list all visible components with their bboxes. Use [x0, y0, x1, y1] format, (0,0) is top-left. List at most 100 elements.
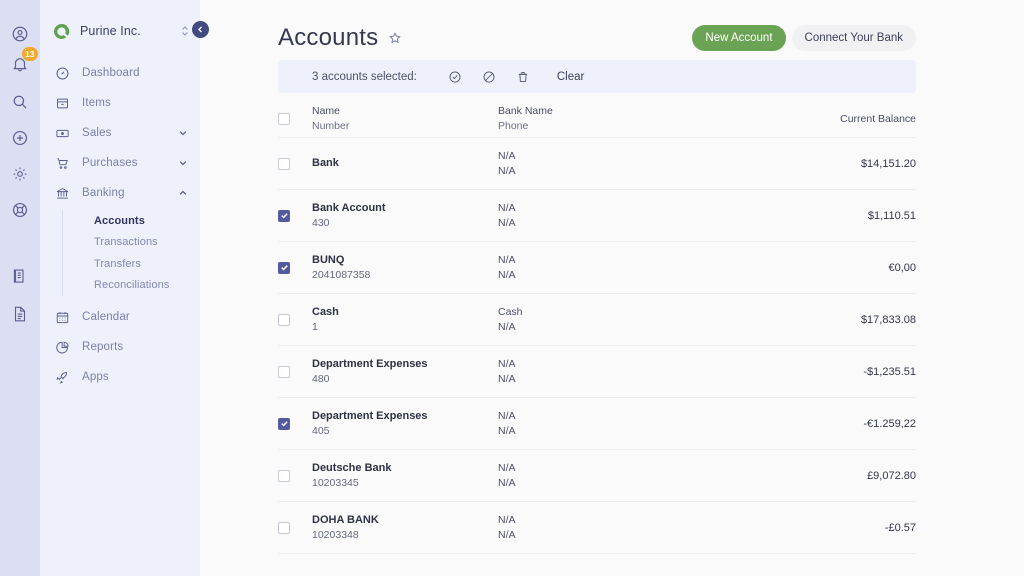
deactivate-icon[interactable]: [482, 70, 496, 84]
table-row[interactable]: Bank Account 430 N/A N/A $1,110.51: [278, 190, 916, 242]
row-checkbox[interactable]: [278, 418, 290, 430]
row-bank-cell: N/A N/A: [498, 357, 776, 387]
header-balance-col[interactable]: Current Balance: [776, 113, 916, 125]
sidebar-item-reports[interactable]: Reports: [40, 332, 200, 362]
row-name-cell: Department Expenses 405: [312, 409, 498, 439]
calendar-icon: [54, 309, 71, 326]
sidebar-item-items[interactable]: Items: [40, 88, 200, 118]
subitem-label: Transfers: [94, 258, 141, 270]
header-name-col[interactable]: Name Number: [312, 104, 498, 134]
row-name-cell: Bank Account 430: [312, 201, 498, 231]
sidebar-subitem-accounts[interactable]: Accounts: [94, 210, 200, 232]
ledger-icon[interactable]: [8, 264, 32, 288]
row-account-number: 405: [312, 424, 498, 439]
selection-count-text: 3 accounts selected:: [312, 71, 417, 83]
purchases-icon: [54, 155, 71, 172]
sidebar-subitem-reconciliations[interactable]: Reconciliations: [94, 275, 200, 297]
select-all-cell: [278, 113, 312, 125]
search-icon[interactable]: [8, 90, 32, 114]
new-account-button[interactable]: New Account: [692, 25, 785, 51]
table-row[interactable]: Department Expenses 480 N/A N/A -$1,235.…: [278, 346, 916, 398]
row-checkbox[interactable]: [278, 158, 290, 170]
row-balance-cell: $14,151.20: [776, 158, 916, 170]
header-phone: Phone: [498, 119, 776, 134]
select-all-checkbox[interactable]: [278, 113, 290, 125]
row-checkbox[interactable]: [278, 470, 290, 482]
row-account-name: Department Expenses: [312, 409, 498, 424]
row-current-balance: $1,110.51: [776, 210, 916, 222]
sidebar-label: Sales: [82, 127, 178, 139]
org-switcher[interactable]: Purine Inc.: [40, 18, 200, 44]
row-checkbox[interactable]: [278, 314, 290, 326]
table-row[interactable]: Department Expenses 405 N/A N/A -€1.259,…: [278, 398, 916, 450]
table-row[interactable]: Deutsche Bank 10203345 N/A N/A £9,072.80: [278, 450, 916, 502]
connect-bank-button[interactable]: Connect Your Bank: [792, 25, 916, 51]
row-select-cell: [278, 314, 312, 326]
row-phone: N/A: [498, 476, 776, 491]
row-balance-cell: $17,833.08: [776, 314, 916, 326]
row-checkbox[interactable]: [278, 210, 290, 222]
row-name-cell: DOHA BANK 10203348: [312, 513, 498, 543]
accounts-table: Name Number Bank Name Phone Current Bala…: [278, 93, 916, 554]
account-icon[interactable]: [8, 22, 32, 46]
table-row[interactable]: Bank N/A N/A $14,151.20: [278, 138, 916, 190]
table-row[interactable]: BUNQ 2041087358 N/A N/A €0,00: [278, 242, 916, 294]
org-name: Purine Inc.: [80, 24, 180, 38]
row-checkbox[interactable]: [278, 262, 290, 274]
row-name-cell: Deutsche Bank 10203345: [312, 461, 498, 491]
row-checkbox[interactable]: [278, 522, 290, 534]
row-select-cell: [278, 366, 312, 378]
row-checkbox[interactable]: [278, 366, 290, 378]
chevron-updown-icon[interactable]: [180, 24, 190, 38]
row-account-number: 430: [312, 216, 498, 231]
sidebar-subitem-transfers[interactable]: Transfers: [94, 253, 200, 275]
banking-subnav: Accounts Transactions Transfers Reconcil…: [62, 210, 200, 296]
row-account-number: 480: [312, 372, 498, 387]
purine-logo-icon: [52, 22, 71, 41]
chevron-up-icon[interactable]: [178, 188, 188, 198]
row-name-cell: BUNQ 2041087358: [312, 253, 498, 283]
chevron-down-icon[interactable]: [178, 128, 188, 138]
subitem-label: Accounts: [94, 215, 145, 227]
row-account-number: 10203348: [312, 528, 498, 543]
header-bank-col[interactable]: Bank Name Phone: [498, 104, 776, 134]
lifebuoy-icon[interactable]: [8, 198, 32, 222]
sidebar-item-purchases[interactable]: Purchases: [40, 148, 200, 178]
row-balance-cell: $1,110.51: [776, 210, 916, 222]
row-bank-cell: Cash N/A: [498, 305, 776, 335]
table-row[interactable]: Cash 1 Cash N/A $17,833.08: [278, 294, 916, 346]
gear-icon[interactable]: [8, 162, 32, 186]
sidebar-item-banking[interactable]: Banking: [40, 178, 200, 208]
sidebar-subitem-transactions[interactable]: Transactions: [94, 232, 200, 254]
row-current-balance: £9,072.80: [776, 470, 916, 482]
row-bank-name: Cash: [498, 305, 776, 320]
row-current-balance: -£0.57: [776, 522, 916, 534]
row-phone: N/A: [498, 372, 776, 387]
activate-icon[interactable]: [448, 70, 462, 84]
sidebar-label: Calendar: [82, 311, 188, 323]
apps-icon: [54, 369, 71, 386]
icon-rail: 13: [0, 0, 40, 576]
row-select-cell: [278, 158, 312, 170]
sidebar-label: Banking: [82, 187, 178, 199]
collapse-sidebar-button[interactable]: [192, 21, 209, 38]
sidebar-item-calendar[interactable]: Calendar: [40, 302, 200, 332]
row-select-cell: [278, 470, 312, 482]
row-balance-cell: £9,072.80: [776, 470, 916, 482]
selection-actions: [448, 70, 530, 84]
clear-selection-button[interactable]: Clear: [557, 71, 584, 83]
file-icon[interactable]: [8, 302, 32, 326]
banking-icon: [54, 185, 71, 202]
row-phone: N/A: [498, 164, 776, 179]
sidebar-item-sales[interactable]: Sales: [40, 118, 200, 148]
table-row[interactable]: DOHA BANK 10203348 N/A N/A -£0.57: [278, 502, 916, 554]
sidebar-item-dashboard[interactable]: Dashboard: [40, 58, 200, 88]
sidebar-item-apps[interactable]: Apps: [40, 362, 200, 392]
delete-icon[interactable]: [516, 70, 530, 84]
chevron-down-icon[interactable]: [178, 158, 188, 168]
row-account-number: 10203345: [312, 476, 498, 491]
add-icon[interactable]: [8, 126, 32, 150]
notifications-icon[interactable]: 13: [8, 52, 32, 76]
star-icon[interactable]: [388, 31, 402, 45]
header-actions: New Account Connect Your Bank: [692, 25, 916, 51]
